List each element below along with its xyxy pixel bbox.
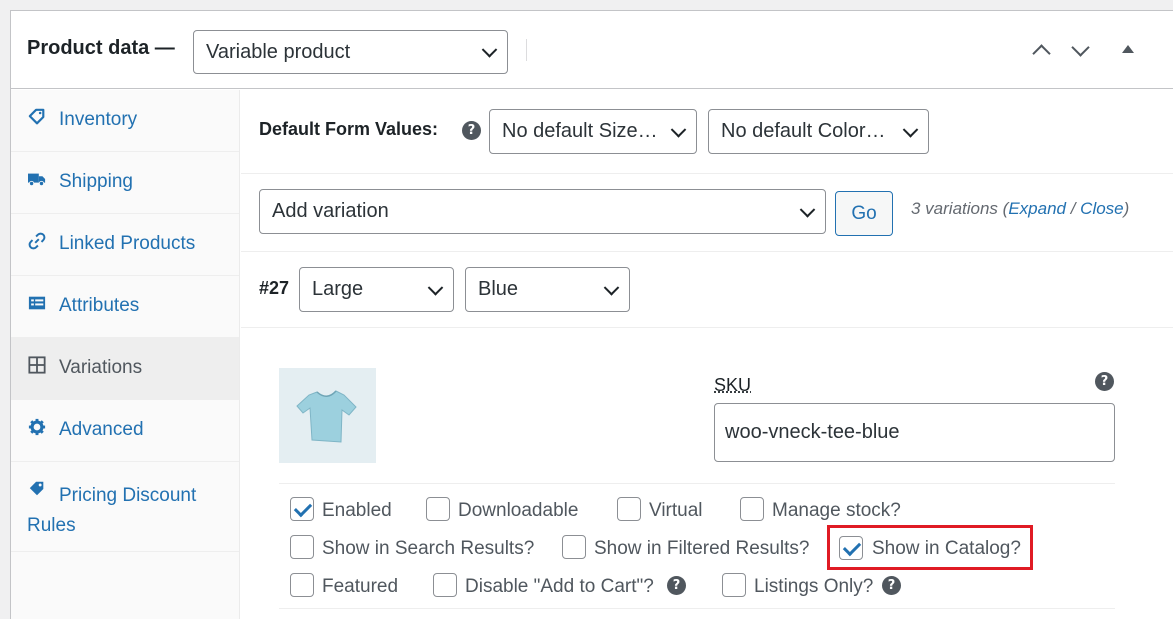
- variation-id: #27: [259, 278, 290, 298]
- divider: [241, 173, 1173, 174]
- virtual-label: Virtual: [649, 500, 703, 521]
- tab-linked-products[interactable]: Linked Products: [11, 214, 239, 276]
- tab-label: Inventory: [59, 109, 138, 130]
- tab-label: Shipping: [59, 171, 133, 192]
- go-button[interactable]: Go: [835, 191, 893, 236]
- disable-add-to-cart-checkbox[interactable]: [433, 573, 457, 597]
- variation-action-select[interactable]: Add variation: [259, 189, 826, 234]
- default-size-value: No default Size…: [502, 120, 658, 142]
- show-in-search-results-label: Show in Search Results?: [322, 538, 535, 559]
- help-icon[interactable]: ?: [1095, 372, 1114, 391]
- help-icon[interactable]: ?: [462, 121, 481, 140]
- variation-color-value: Blue: [478, 278, 519, 300]
- tab-label: Advanced: [59, 419, 144, 440]
- downloadable-label: Downloadable: [458, 500, 579, 521]
- close-link[interactable]: Close: [1080, 199, 1123, 218]
- variation-image[interactable]: [279, 368, 376, 463]
- featured-label: Featured: [322, 576, 399, 597]
- gear-icon: [28, 418, 46, 436]
- sku-label: SKU: [714, 375, 752, 395]
- tab-label: Linked Products: [59, 233, 196, 254]
- show-in-filtered-results-checkbox[interactable]: [562, 535, 586, 559]
- chevron-down-icon: [603, 279, 620, 296]
- listings-only-checkbox[interactable]: [722, 573, 746, 597]
- manage-stock-label: Manage stock?: [772, 500, 901, 521]
- variation-color-select[interactable]: Blue: [465, 267, 630, 312]
- product-data-tabs: Inventory Shipping Linked Products Attri…: [11, 90, 240, 619]
- tab-label: Attributes: [59, 295, 140, 316]
- divider: [241, 251, 1173, 252]
- tab-inventory[interactable]: Inventory: [11, 90, 239, 152]
- expand-link[interactable]: Expand: [1008, 199, 1066, 218]
- default-size-select[interactable]: No default Size…: [489, 109, 697, 154]
- tab-pricing-discount-rules[interactable]: Pricing Discount Rules: [11, 462, 239, 552]
- chevron-down-icon: [427, 279, 444, 296]
- manage-stock-checkbox[interactable]: [740, 497, 764, 521]
- sku-value: woo-vneck-tee-blue: [725, 421, 900, 443]
- panel-header: Product data — Variable product: [11, 11, 1173, 89]
- chevron-down-icon: [799, 201, 816, 218]
- default-color-select[interactable]: No default Color…: [708, 109, 929, 154]
- divider: [279, 483, 1115, 484]
- move-up-button[interactable]: [1030, 39, 1054, 63]
- collapse-panel-button[interactable]: [1116, 39, 1140, 63]
- variations-count: 3 variations (Expand / Close): [911, 199, 1129, 219]
- default-color-value: No default Color…: [721, 120, 886, 142]
- variation-action-value: Add variation: [272, 200, 389, 222]
- product-type-value: Variable product: [206, 40, 351, 63]
- help-icon[interactable]: ?: [882, 576, 901, 595]
- product-data-panel: Product data — Variable product Inventor…: [10, 10, 1173, 619]
- grid-icon: [28, 356, 46, 374]
- tab-label: Variations: [59, 357, 143, 378]
- highlight-box: [827, 525, 1033, 570]
- tag-icon: [28, 108, 45, 125]
- truck-icon: [28, 173, 46, 187]
- listings-only-label: Listings Only?: [754, 576, 874, 597]
- separator-text: /: [1066, 199, 1081, 218]
- downloadable-checkbox[interactable]: [426, 497, 450, 521]
- sku-input[interactable]: woo-vneck-tee-blue: [714, 403, 1115, 462]
- variation-size-select[interactable]: Large: [299, 267, 454, 312]
- panel-title: Product data —: [27, 37, 175, 59]
- disable-add-to-cart-label: Disable "Add to Cart"?: [465, 576, 654, 597]
- tab-advanced[interactable]: Advanced: [11, 400, 239, 462]
- product-type-select[interactable]: Variable product: [193, 30, 508, 74]
- default-form-values-label: Default Form Values:: [259, 119, 439, 139]
- show-in-filtered-results-label: Show in Filtered Results?: [594, 538, 810, 559]
- chevron-down-icon: [902, 121, 919, 138]
- tab-shipping[interactable]: Shipping: [11, 152, 239, 214]
- help-icon[interactable]: ?: [667, 576, 686, 595]
- list-icon: [28, 296, 46, 310]
- divider: [526, 39, 527, 61]
- closing-paren: ): [1123, 199, 1130, 218]
- variations-count-text: 3 variations (: [911, 199, 1009, 218]
- tab-label: Pricing Discount Rules: [27, 485, 197, 536]
- virtual-checkbox[interactable]: [617, 497, 641, 521]
- featured-checkbox[interactable]: [290, 573, 314, 597]
- show-in-search-results-checkbox[interactable]: [290, 535, 314, 559]
- divider: [279, 608, 1115, 609]
- divider: [241, 327, 1173, 328]
- variation-size-value: Large: [312, 278, 364, 300]
- enabled-checkbox[interactable]: [290, 497, 314, 521]
- tshirt-icon: [296, 390, 357, 443]
- enabled-label: Enabled: [322, 500, 392, 521]
- tab-variations[interactable]: Variations: [11, 338, 239, 400]
- link-icon: [28, 232, 46, 250]
- chevron-down-icon: [481, 42, 498, 58]
- tab-attributes[interactable]: Attributes: [11, 276, 239, 338]
- move-down-button[interactable]: [1069, 39, 1093, 63]
- chevron-down-icon: [670, 121, 687, 138]
